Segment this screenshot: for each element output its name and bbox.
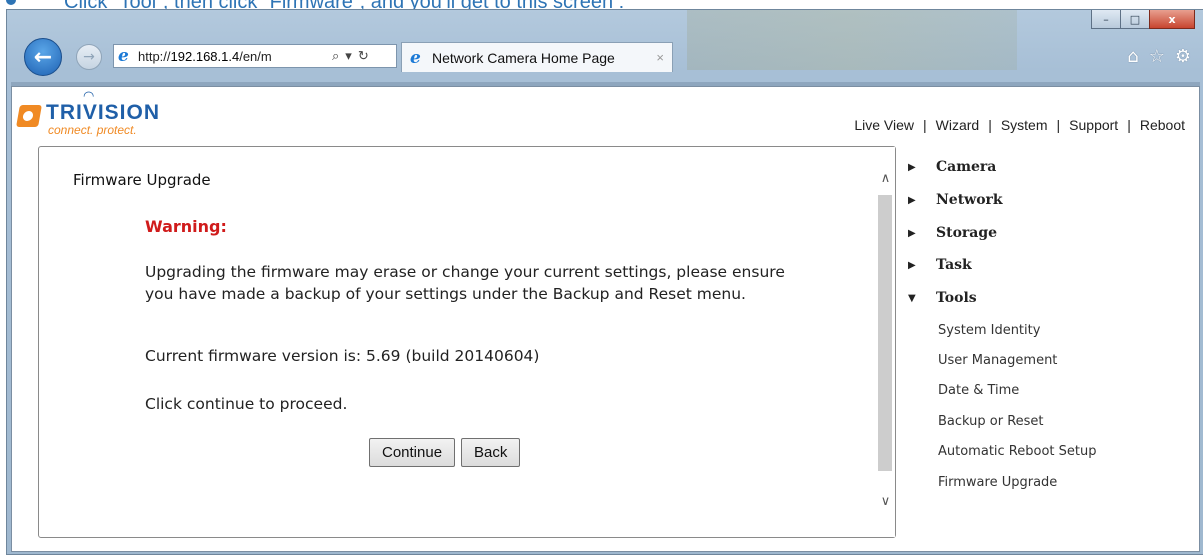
tab-network-camera[interactable]: e Network Camera Home Page × [401,42,673,72]
menu-item-automatic-reboot[interactable]: Automatic Reboot Setup [938,444,1096,459]
title-bar-background [687,10,1017,70]
nav-reboot[interactable]: Reboot [1140,117,1185,133]
warning-label: Warning: [145,217,227,236]
brand-tagline: connect. protect. [48,123,137,137]
menu-task[interactable]: ▶ Task [908,257,972,273]
address-bar[interactable]: e http://192.168.1.4/en/m ⌕ ▾ ↻ [113,44,397,68]
menu-storage-label: Storage [936,225,998,241]
refresh-icon[interactable]: ↻ [358,48,369,64]
arrow-right-icon: → [83,49,95,65]
caption-bullet [6,0,16,5]
scroll-up-icon[interactable]: ∧ [876,167,895,189]
gear-icon[interactable]: ⚙ [1175,46,1191,67]
brand-name: TRIVISION [46,101,161,124]
menu-item-user-management[interactable]: User Management [938,353,1057,368]
nav-separator: | [1127,117,1131,133]
menu-item-date-time[interactable]: Date & Time [938,383,1019,398]
arrow-left-icon: ← [33,44,53,70]
logo-mark [16,105,42,127]
caret-right-icon: ▶ [908,259,916,271]
nav-system[interactable]: System [1001,117,1048,133]
minimize-button[interactable]: – [1091,10,1121,29]
page-title: Firmware Upgrade [73,171,211,189]
ie-logo-icon: e [118,46,129,66]
dropdown-arrow-icon[interactable]: ▾ [345,48,352,64]
vertical-scrollbar[interactable]: ∧ ∨ [876,147,895,537]
menu-storage[interactable]: ▶ Storage [908,225,997,241]
caret-down-icon: ▼ [908,292,916,304]
menu-task-label: Task [936,257,972,273]
menu-item-system-identity[interactable]: System Identity [938,323,1040,338]
page-viewport: ◠ TRIVISION connect. protect. Live View … [11,86,1200,552]
back-button-form[interactable]: Back [461,438,521,467]
close-window-button[interactable]: x [1149,10,1195,29]
forward-button[interactable]: → [76,44,102,70]
menu-tools[interactable]: ▼ Tools [908,290,977,306]
continue-button[interactable]: Continue [369,438,456,467]
maximize-button[interactable]: □ [1120,10,1150,29]
nav-wizard[interactable]: Wizard [936,117,980,133]
menu-network[interactable]: ▶ Network [908,192,1003,208]
nav-separator: | [1056,117,1061,133]
menu-camera-label: Camera [936,159,997,175]
top-navigation: Live View | Wizard | System | Support | … [854,117,1185,133]
home-icon[interactable]: ⌂ [1127,46,1138,67]
tab-close-icon[interactable]: × [656,50,664,65]
scroll-down-icon[interactable]: ∨ [876,490,895,512]
firmware-upgrade-panel: Firmware Upgrade Warning: Upgrading the … [38,146,896,538]
nav-separator: | [988,117,992,133]
action-buttons: Continue Back [369,438,521,467]
menu-tools-label: Tools [936,290,977,306]
trivision-logo[interactable]: ◠ TRIVISION connect. protect. [16,89,218,137]
menu-network-label: Network [936,192,1003,208]
caret-right-icon: ▶ [908,194,916,206]
firmware-version-text: Current firmware version is: 5.69 (build… [145,347,540,365]
window-controls: – □ x [1091,10,1195,29]
menu-item-backup-reset[interactable]: Backup or Reset [938,414,1044,429]
search-icon[interactable]: ⌕ [332,48,339,64]
proceed-text: Click continue to proceed. [145,395,348,413]
nav-support[interactable]: Support [1069,117,1118,133]
url-text[interactable]: http://192.168.1.4/en/m [138,49,328,64]
caret-right-icon: ▶ [908,227,916,239]
caret-right-icon: ▶ [908,161,916,173]
address-tools: ⌕ ▾ ↻ [332,48,369,64]
browser-toolbar-icons: ⌂ ☆ ⚙ [1127,46,1191,67]
ie-logo-icon: e [410,47,421,68]
menu-camera[interactable]: ▶ Camera [908,159,996,175]
menu-item-firmware-upgrade[interactable]: Firmware Upgrade [938,475,1057,490]
star-icon[interactable]: ☆ [1149,46,1165,67]
nav-live-view[interactable]: Live View [854,117,914,133]
scroll-thumb[interactable] [878,195,892,471]
tab-title: Network Camera Home Page [432,49,615,66]
nav-separator: | [922,117,927,133]
back-button[interactable]: ← [24,38,62,76]
warning-message: Upgrading the firmware may erase or chan… [145,263,785,303]
